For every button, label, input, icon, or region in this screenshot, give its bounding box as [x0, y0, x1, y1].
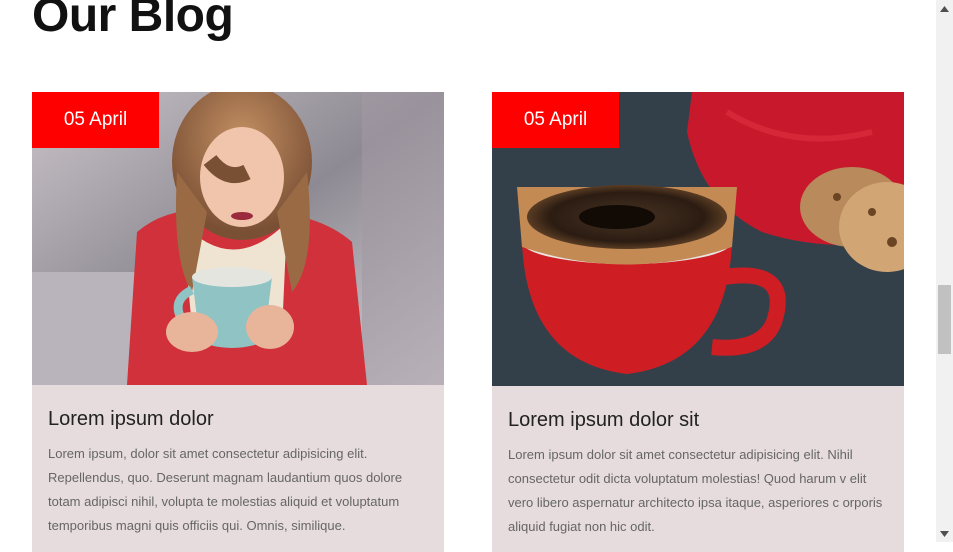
blog-card[interactable]: 05 April Lorem ipsum dolor sit Lorem ips… [492, 92, 904, 552]
post-excerpt: Lorem ipsum, dolor sit amet consectetur … [48, 446, 403, 533]
vertical-scrollbar[interactable] [936, 0, 953, 542]
date-badge: 05 April [492, 92, 619, 148]
post-excerpt: Lorem ipsum dolor sit amet consectetur a… [508, 447, 883, 534]
post-title[interactable]: Lorem ipsum dolor [48, 408, 214, 431]
triangle-up-icon[interactable] [936, 0, 953, 17]
triangle-down-icon[interactable] [936, 525, 953, 542]
scroll-thumb[interactable] [938, 285, 951, 354]
date-badge: 05 April [32, 92, 159, 148]
post-title[interactable]: Lorem ipsum dolor sit [508, 409, 699, 432]
page-title: Our Blog [32, 0, 234, 42]
blog-card[interactable]: 05 April Lorem ipsum dolor Lorem ipsum, … [32, 92, 444, 552]
